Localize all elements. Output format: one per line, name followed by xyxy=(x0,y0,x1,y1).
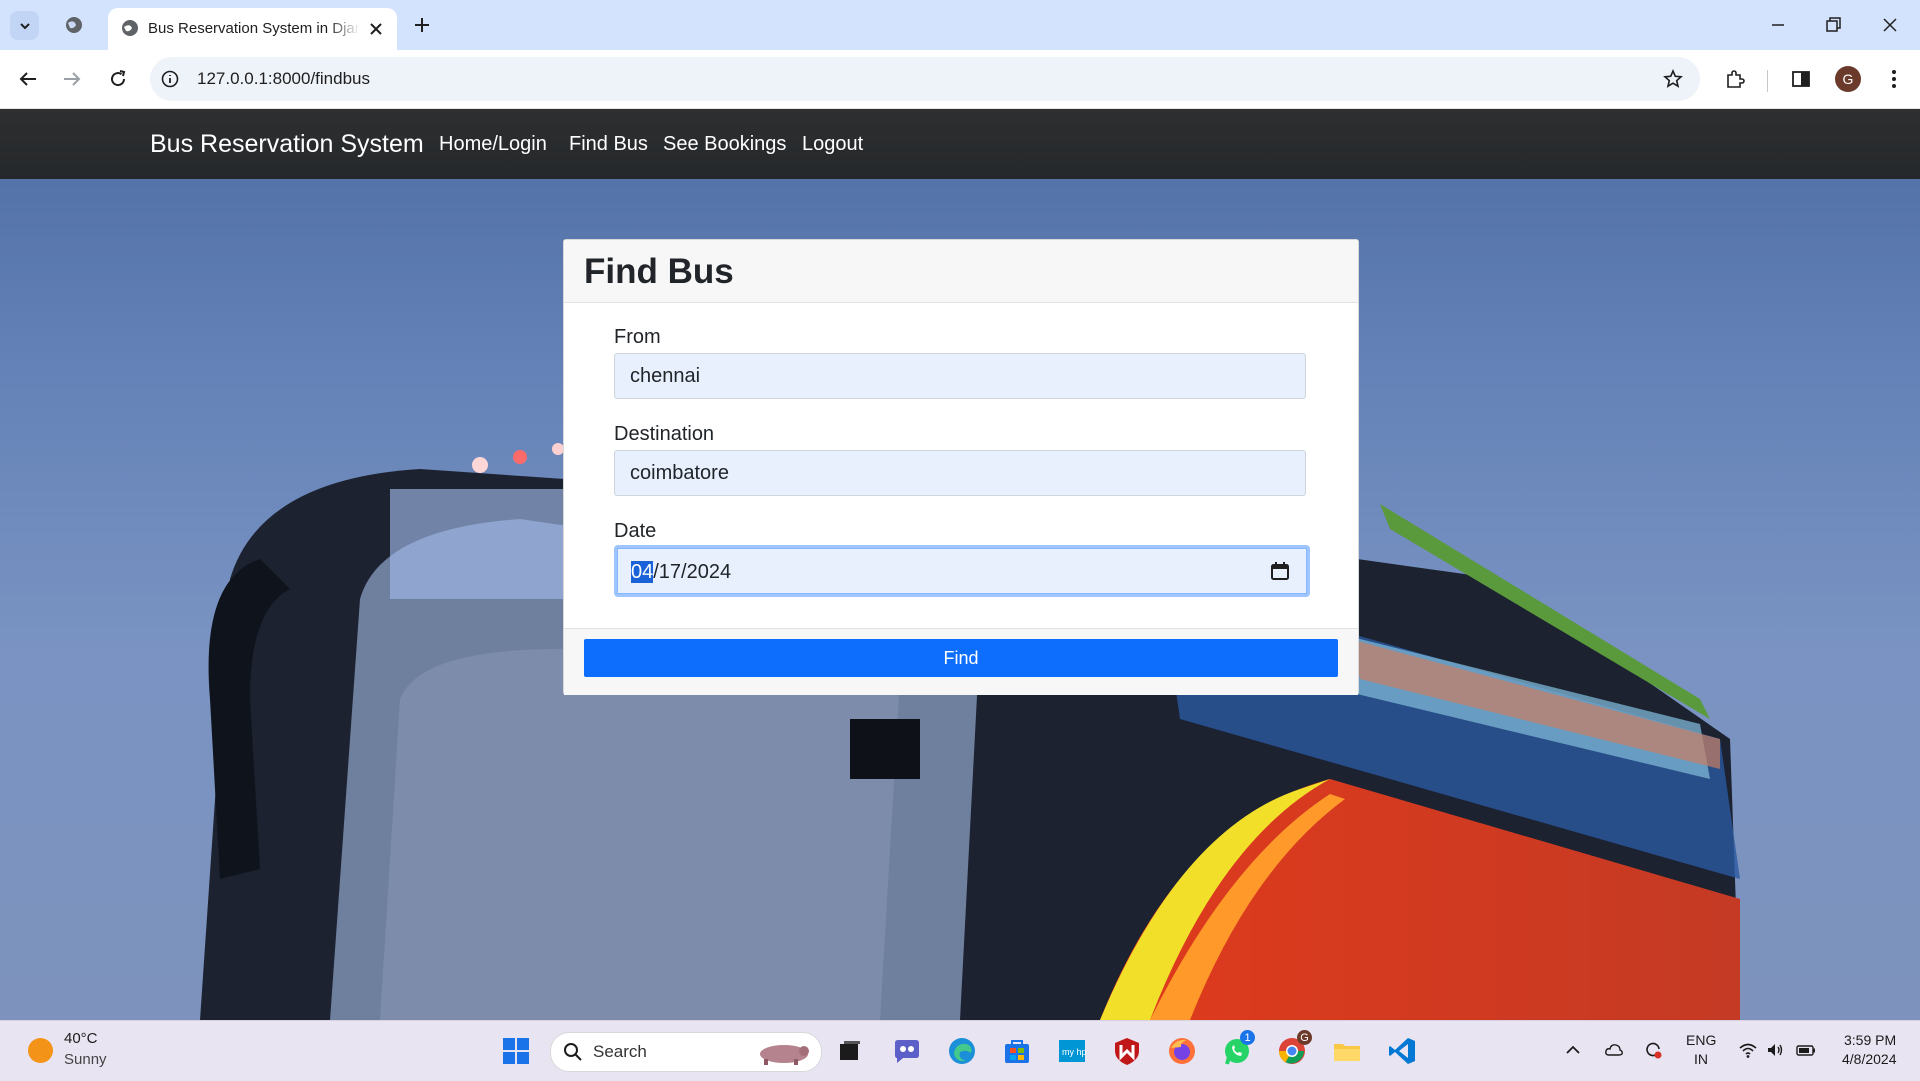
mcafee-icon[interactable] xyxy=(1111,1035,1143,1067)
bookmark-star-icon[interactable] xyxy=(1662,68,1684,90)
taskbar-search[interactable]: Search xyxy=(550,1032,822,1072)
side-panel-icon[interactable] xyxy=(1789,67,1813,91)
tab-search-button[interactable] xyxy=(10,11,39,40)
date-day-year-segment[interactable]: /17/2024 xyxy=(653,561,731,583)
language-region[interactable]: IN xyxy=(1694,1051,1708,1067)
extensions-icon[interactable] xyxy=(1723,67,1747,91)
chevron-up-icon[interactable] xyxy=(1563,1040,1583,1060)
nav-link-logout[interactable]: Logout xyxy=(802,133,863,156)
calendar-icon[interactable] xyxy=(1269,560,1291,582)
chrome-profile-badge: G xyxy=(1297,1030,1312,1045)
volume-icon[interactable] xyxy=(1765,1040,1785,1060)
globe-icon xyxy=(122,20,138,36)
new-tab-plus-icon[interactable] xyxy=(410,13,434,37)
browser-toolbar: 127.0.0.1:8000/findbus G xyxy=(0,50,1920,109)
find-button[interactable]: Find xyxy=(584,639,1338,677)
firefox-icon[interactable] xyxy=(1166,1035,1198,1067)
date-value: 04/17/2024 xyxy=(631,561,731,584)
site-navbar: Bus Reservation System Home/Login Find B… xyxy=(0,109,1920,179)
globe-icon[interactable] xyxy=(62,13,86,37)
site-info-icon[interactable] xyxy=(160,69,180,89)
brand-link[interactable]: Bus Reservation System xyxy=(150,130,424,159)
edge-browser-icon[interactable] xyxy=(946,1035,978,1067)
task-view-icon[interactable] xyxy=(834,1035,866,1067)
search-highlight-image xyxy=(760,1045,809,1065)
chevron-down-icon xyxy=(19,22,30,29)
update-icon[interactable] xyxy=(1643,1040,1663,1060)
forward-arrow-icon[interactable] xyxy=(60,67,84,91)
card-header: Find Bus xyxy=(564,240,1358,303)
teams-chat-icon[interactable] xyxy=(891,1035,923,1067)
restore-icon[interactable] xyxy=(1821,13,1845,37)
nav-link-find-bus[interactable]: Find Bus xyxy=(569,133,648,156)
back-arrow-icon[interactable] xyxy=(16,67,40,91)
find-bus-card: Find Bus From Destination Date 04/17/202… xyxy=(563,239,1359,695)
search-label: Search xyxy=(593,1042,647,1061)
file-explorer-icon[interactable] xyxy=(1331,1035,1363,1067)
date-input[interactable]: 04/17/2024 xyxy=(614,545,1310,597)
whatsapp-notification-badge: 1 xyxy=(1240,1030,1255,1045)
reload-icon[interactable] xyxy=(106,67,130,91)
windows-start-icon[interactable] xyxy=(500,1035,532,1067)
clock-time[interactable]: 3:59 PM xyxy=(1844,1032,1896,1048)
browser-tab-strip: Bus Reservation System in Django xyxy=(0,0,1920,50)
nav-link-home-login[interactable]: Home/Login xyxy=(439,133,547,156)
wifi-icon[interactable] xyxy=(1738,1040,1758,1060)
destination-input[interactable] xyxy=(614,450,1306,496)
tab-title: Bus Reservation System in Django xyxy=(148,20,360,37)
battery-icon[interactable] xyxy=(1796,1040,1816,1060)
card-footer: Find xyxy=(564,628,1358,695)
nav-link-see-bookings[interactable]: See Bookings xyxy=(663,133,786,156)
browser-tab-active[interactable]: Bus Reservation System in Django xyxy=(108,8,397,50)
cloud-sync-icon[interactable] xyxy=(1604,1040,1624,1060)
minimize-icon[interactable] xyxy=(1766,13,1790,37)
more-menu-icon[interactable] xyxy=(1882,67,1906,91)
weather-condition[interactable]: Sunny xyxy=(64,1051,107,1068)
destination-label: Destination xyxy=(614,423,715,445)
weather-temperature[interactable]: 40°C xyxy=(64,1030,98,1047)
profile-avatar[interactable]: G xyxy=(1835,66,1861,92)
vscode-icon[interactable] xyxy=(1386,1035,1418,1067)
address-bar[interactable]: 127.0.0.1:8000/findbus xyxy=(150,57,1700,101)
date-month-segment[interactable]: 04 xyxy=(631,561,654,583)
sun-icon[interactable] xyxy=(28,1038,53,1063)
myhp-icon[interactable]: my hp xyxy=(1056,1035,1088,1067)
close-icon[interactable] xyxy=(366,19,386,39)
search-icon xyxy=(564,1043,582,1061)
date-label: Date xyxy=(614,520,657,542)
card-title: Find Bus xyxy=(584,252,734,291)
page-viewport: Bus Reservation System Home/Login Find B… xyxy=(0,109,1920,1020)
svg-text:my hp: my hp xyxy=(1062,1047,1087,1057)
window-close-icon[interactable] xyxy=(1878,13,1902,37)
from-label: From xyxy=(614,326,661,348)
from-input[interactable] xyxy=(614,353,1306,399)
microsoft-store-icon[interactable] xyxy=(1001,1035,1033,1067)
clock-date[interactable]: 4/8/2024 xyxy=(1842,1051,1897,1067)
language-code[interactable]: ENG xyxy=(1686,1032,1716,1048)
url-text: 127.0.0.1:8000/findbus xyxy=(197,69,370,88)
toolbar-separator xyxy=(1767,70,1768,92)
windows-taskbar: 40°C Sunny Search my hp 1 G ENG IN 3:59 … xyxy=(0,1020,1920,1081)
